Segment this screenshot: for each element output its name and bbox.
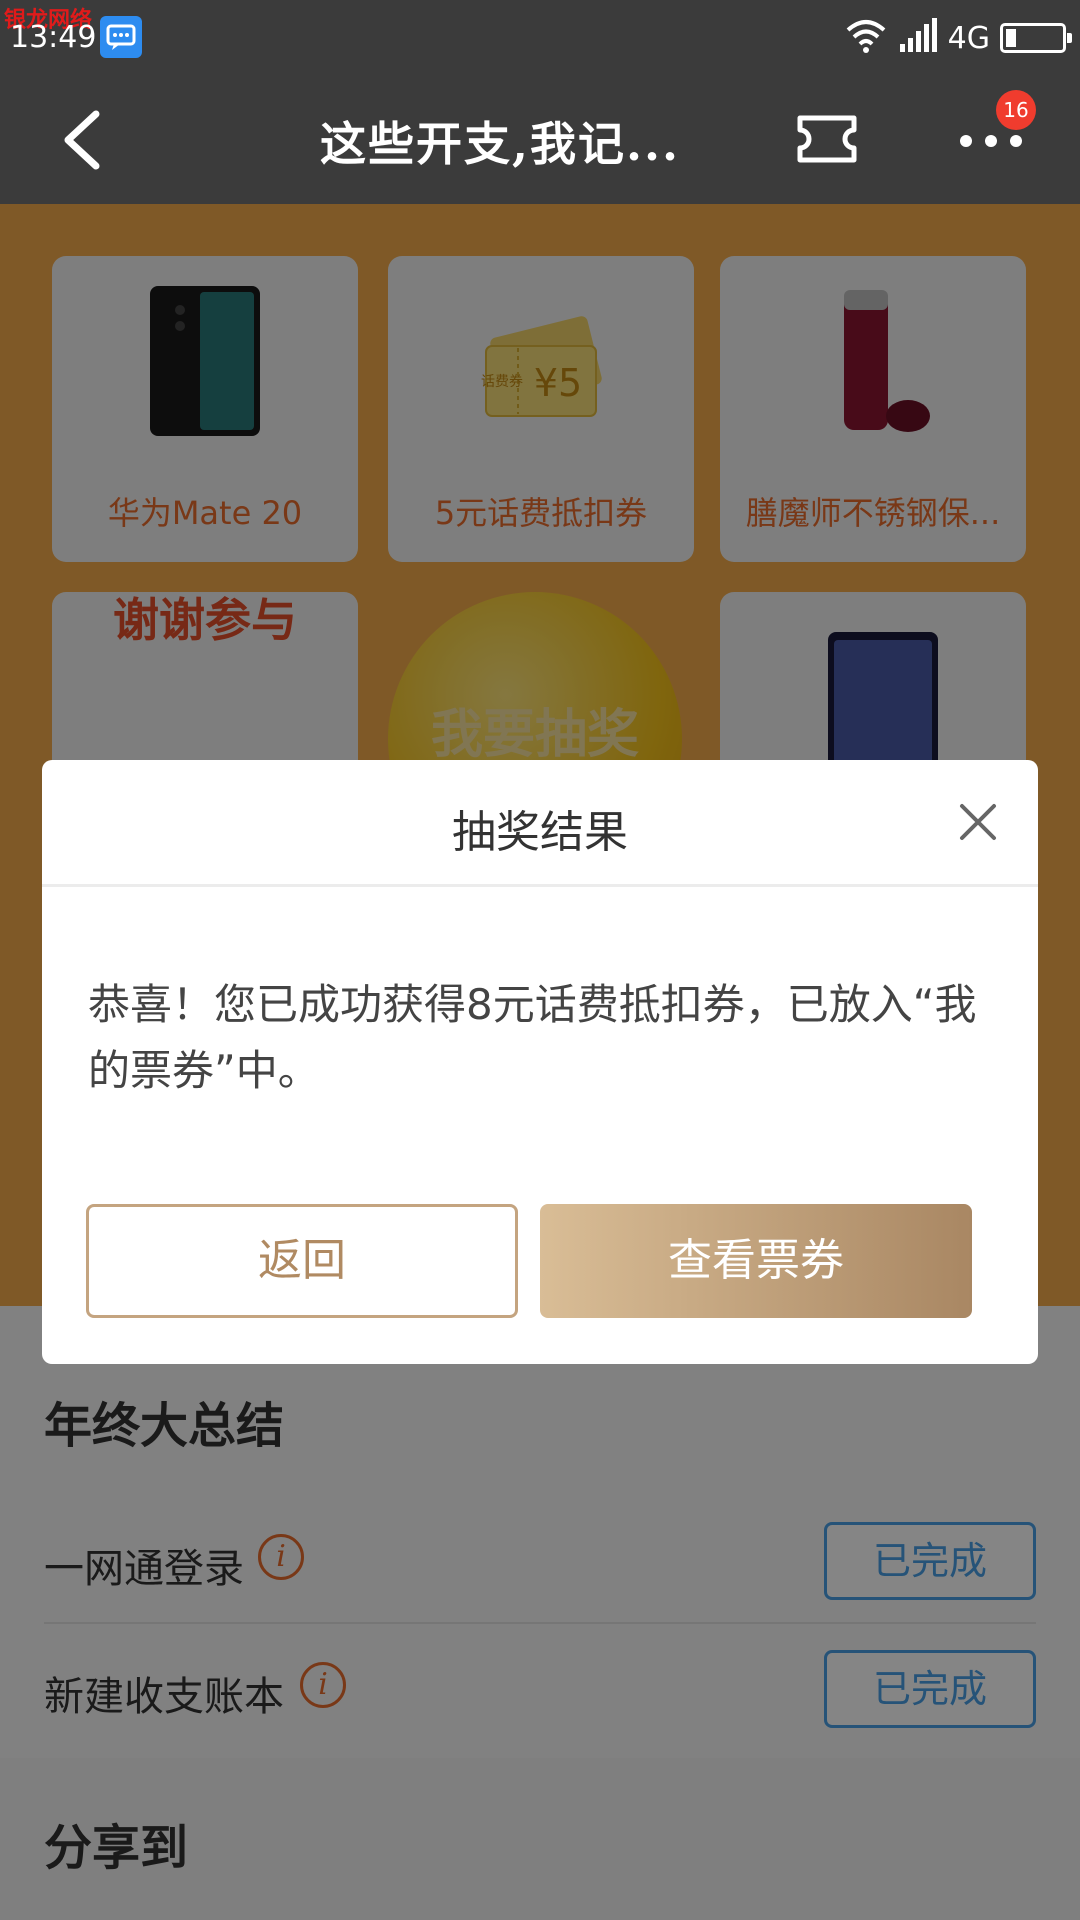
status-bar: 银龙网络 13:49 4G: [0, 0, 1080, 76]
dialog-message: 恭喜！您已成功获得8元话费抵扣券，已放入“我的票券”中。: [88, 980, 977, 1095]
page-title: 这些开支,我记...: [320, 117, 681, 171]
battery-icon: [1000, 23, 1072, 53]
more-options-icon[interactable]: [956, 126, 1026, 156]
signal-icon: [898, 18, 938, 58]
dialog-divider: [42, 884, 1038, 887]
network-type: 4G: [947, 20, 990, 56]
back-button[interactable]: 返回: [86, 1204, 518, 1318]
notification-badge: 16: [996, 90, 1036, 130]
wifi-icon: [844, 18, 888, 58]
status-time: 13:49: [10, 20, 97, 55]
view-tickets-button[interactable]: 查看票券: [540, 1204, 972, 1318]
close-icon[interactable]: [954, 798, 1002, 846]
result-dialog: 抽奖结果 恭喜！您已成功获得8元话费抵扣券，已放入“我的票券”中。 返回 查看票…: [42, 760, 1038, 1364]
ticket-icon[interactable]: [796, 114, 858, 164]
dialog-title: 抽奖结果: [452, 807, 628, 858]
message-notification-icon: [100, 16, 142, 58]
navigation-bar: 这些开支,我记... 16: [0, 76, 1080, 204]
back-arrow-icon[interactable]: [56, 106, 116, 174]
